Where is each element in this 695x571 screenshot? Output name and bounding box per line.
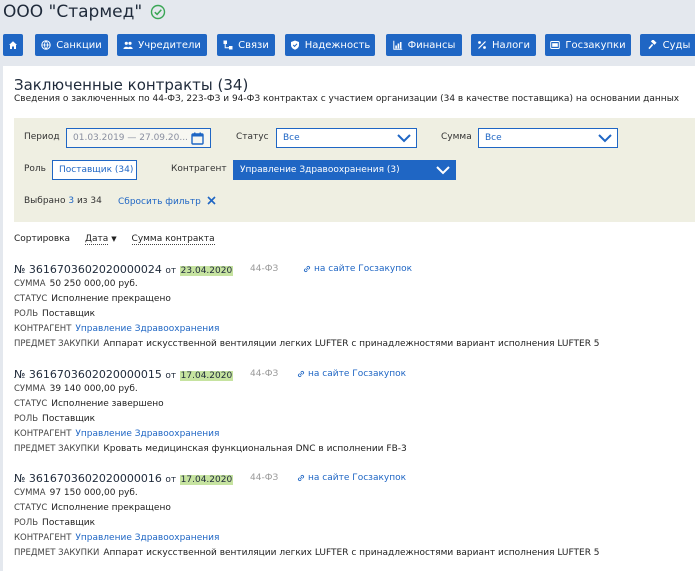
contract-date: 17.04.2020 [179, 371, 234, 381]
nav-courts-button[interactable]: Суды [640, 34, 695, 56]
period-input[interactable]: 01.03.2019 — 27.09.20... [66, 128, 211, 148]
status-select[interactable]: Все [276, 128, 417, 148]
contract-law: 44-ФЗ [250, 473, 279, 483]
shield-icon [290, 40, 299, 50]
contract-subject: ПРЕДМЕТ ЗАКУПКИ Аппарат искусственной вен… [14, 339, 600, 349]
contracts-card: Заключенные контракты (34) Сведения о за… [3, 66, 695, 571]
contract-date: 23.04.2020 [179, 266, 234, 276]
period-label: Период [24, 132, 60, 142]
contract-status: СТАТУС Исполнение прекращено [14, 503, 171, 513]
nav-reliability-button[interactable]: Надежность [285, 34, 375, 56]
filter-panel: Период 01.03.2019 — 27.09.20... Статус В… [14, 118, 695, 222]
chevron-down-icon [436, 166, 450, 175]
sort-by-sum[interactable]: Сумма контракта [131, 234, 215, 245]
nav-sanctions-button[interactable]: Санкции [35, 34, 108, 56]
home-icon [9, 41, 17, 49]
sum-select[interactable]: Все [478, 128, 618, 148]
contract-status: СТАТУС Исполнение завершено [14, 399, 164, 409]
contract-number[interactable]: № 3616703602020000016 [14, 472, 162, 485]
contract-law: 44-ФЗ [250, 369, 279, 379]
counterparty-select[interactable]: Управление Здравоохранения (3) [233, 160, 456, 180]
sort-label: Сортировка [14, 234, 71, 244]
contract-role: РОЛЬ Поставщик [14, 309, 96, 319]
sort-bar: Сортировка Дата ▼ Сумма контракта [14, 234, 215, 245]
contract-sum: СУММА 39 140 000,00 руб. [14, 384, 138, 394]
network-icon [223, 40, 233, 50]
contract-role: РОЛЬ Поставщик [14, 518, 96, 528]
sort-by-date[interactable]: Дата [84, 234, 109, 245]
link-icon [297, 474, 305, 482]
role-chip[interactable]: Поставщик (34) [52, 160, 137, 180]
role-label: Роль [24, 164, 46, 174]
contract-counterparty: КОНТРАГЕНТ Управление Здравоохранения [14, 533, 220, 543]
company-title: ООО "Стармед" [3, 2, 166, 22]
contract-header: № 3616703602020000015 от 17.04.2020 44-Ф… [14, 368, 407, 381]
users-icon [123, 41, 133, 49]
contract-header: № 3616703602020000016 от 17.04.2020 44-Ф… [14, 472, 407, 485]
counterparty-link[interactable]: Управление Здравоохранения [75, 324, 219, 334]
gavel-icon [648, 40, 657, 50]
counterparty-link[interactable]: Управление Здравоохранения [75, 429, 219, 439]
contract-date: 17.04.2020 [179, 475, 234, 485]
chevron-down-icon [397, 134, 411, 143]
sum-label: Сумма [441, 132, 472, 142]
chart-icon [392, 40, 402, 50]
contract-role: РОЛЬ Поставщик [14, 414, 96, 424]
card-icon [550, 41, 561, 49]
contract-counterparty: КОНТРАГЕНТ Управление Здравоохранения [14, 429, 220, 439]
nav-taxes-button[interactable]: Налоги [471, 34, 536, 56]
contract-status: СТАТУС Исполнение прекращено [14, 294, 171, 304]
chevron-down-icon [598, 134, 612, 143]
reset-filter-link[interactable]: Сбросить фильтр [118, 196, 216, 207]
contract-item: № 3616703602020000024 от 23.04.2020 44-Ф… [14, 263, 694, 354]
selected-summary: Выбрано 3 из 34 [24, 196, 102, 206]
contract-counterparty: КОНТРАГЕНТ Управление Здравоохранения [14, 324, 220, 334]
calendar-icon [191, 132, 204, 145]
nav-finance-button[interactable]: Финансы [386, 34, 462, 56]
percent-icon [478, 41, 486, 49]
nav-founders-button[interactable]: Учредители [117, 34, 207, 56]
counterparty-label: Контрагент [171, 164, 227, 174]
link-icon [297, 370, 305, 378]
nav-procurement-button[interactable]: Госзакупки [545, 34, 631, 56]
check-circle-icon [151, 4, 166, 20]
contract-subject: ПРЕДМЕТ ЗАКУПКИ Кровать медицинская функц… [14, 444, 407, 454]
contract-item: № 3616703602020000016 от 17.04.2020 44-Ф… [14, 472, 694, 563]
link-icon [303, 265, 311, 273]
section-navbar: Санкции Учредители Связи Надежность Фина… [3, 34, 695, 56]
section-title: Заключенные контракты (34) [14, 76, 249, 94]
close-icon [207, 196, 216, 205]
company-name: ООО "Стармед" [3, 2, 143, 22]
contract-item: № 3616703602020000015 от 17.04.2020 44-Ф… [14, 368, 694, 459]
section-subtitle: Сведения о заключенных по 44-ФЗ, 223-ФЗ … [14, 94, 680, 104]
procurement-site-link[interactable]: на сайте Госзакупок [297, 369, 406, 379]
contract-subject: ПРЕДМЕТ ЗАКУПКИ Аппарат искусственной вен… [14, 548, 600, 558]
status-label: Статус [236, 132, 269, 142]
contract-number[interactable]: № 3616703602020000024 [14, 263, 162, 276]
procurement-site-link[interactable]: на сайте Госзакупок [303, 264, 412, 274]
caret-down-icon: ▼ [111, 235, 117, 243]
contract-header: № 3616703602020000024 от 23.04.2020 44-Ф… [14, 263, 413, 276]
globe-icon [41, 40, 51, 50]
procurement-site-link[interactable]: на сайте Госзакупок [297, 473, 406, 483]
contract-law: 44-ФЗ [250, 264, 279, 274]
counterparty-link[interactable]: Управление Здравоохранения [75, 533, 219, 543]
contract-number[interactable]: № 3616703602020000015 [14, 368, 162, 381]
selected-count: 3 [68, 196, 75, 206]
nav-links-button[interactable]: Связи [217, 34, 275, 56]
nav-home-button[interactable] [3, 34, 23, 56]
contract-sum: СУММА 97 150 000,00 руб. [14, 488, 138, 498]
contract-sum: СУММА 50 250 000,00 руб. [14, 279, 138, 289]
